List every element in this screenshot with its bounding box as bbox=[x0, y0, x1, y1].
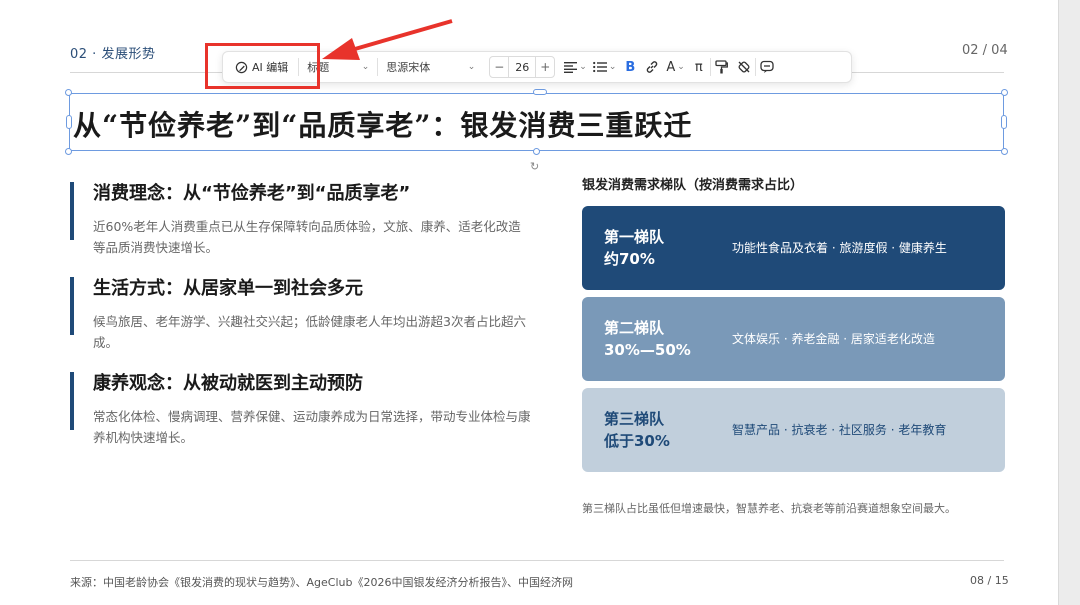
format-painter-button[interactable] bbox=[711, 55, 733, 79]
link-icon bbox=[647, 61, 658, 73]
list-button[interactable]: ⌄ bbox=[590, 55, 620, 79]
text-color-button[interactable]: A ⌄ bbox=[663, 55, 687, 79]
slide-title[interactable]: 从“节俭养老”到“品质享老”：银发消费三重跃迁 bbox=[73, 104, 692, 144]
font-size-stepper: − 26 + bbox=[489, 56, 556, 78]
tier-name-block: 第二梯队 30%—50% bbox=[582, 317, 732, 361]
tier-items: 文体娱乐 · 养老金融 · 居家适老化改造 bbox=[732, 331, 935, 346]
footer-divider bbox=[70, 560, 1004, 561]
bullet-list-icon bbox=[592, 61, 607, 73]
tier-name-block: 第三梯队 低于30% bbox=[582, 408, 732, 452]
font-family-value: 思源宋体 bbox=[386, 61, 431, 74]
tier-name: 第一梯队 bbox=[604, 228, 665, 246]
point-description: 常态化体检、慢病调理、营养保健、运动康养成为日常选择，带动专业体检与康养机构快速… bbox=[93, 409, 531, 445]
section-page-indicator: 02 / 04 bbox=[962, 43, 1008, 58]
tier-items: 功能性食品及衣着 · 旅游度假 · 健康养生 bbox=[732, 240, 947, 255]
tier-items: 智慧产品 · 抗衰老 · 社区服务 · 老年教育 bbox=[732, 422, 947, 437]
bold-icon: B bbox=[625, 59, 636, 75]
resize-handle-top-left[interactable] bbox=[65, 89, 72, 96]
clear-format-button[interactable] bbox=[733, 55, 755, 79]
resize-handle-top[interactable] bbox=[533, 89, 547, 95]
decrease-font-size-button[interactable]: − bbox=[490, 57, 508, 77]
resize-handle-bottom-right[interactable] bbox=[1001, 148, 1008, 155]
align-left-icon bbox=[564, 62, 578, 73]
tier-heading: 银发消费需求梯队（按消费需求占比） bbox=[582, 178, 804, 193]
tier-name-block: 第一梯队 约70% bbox=[582, 226, 732, 270]
font-family-select[interactable]: 思源宋体 ⌄ bbox=[378, 52, 483, 82]
formula-button[interactable]: π bbox=[688, 55, 710, 79]
resize-handle-bottom-left[interactable] bbox=[65, 148, 72, 155]
bold-button[interactable]: B bbox=[619, 55, 641, 79]
point-accent-bar bbox=[70, 182, 74, 240]
point-health-concept: 康养观念：从被动就医到主动预防 常态化体检、慢病调理、营养保健、运动康养成为日常… bbox=[70, 372, 540, 448]
comment-button[interactable] bbox=[756, 55, 778, 79]
point-description: 候鸟旅居、老年游学、兴趣社交兴起；低龄健康老人年均出游超3次者占比超六成。 bbox=[93, 314, 526, 350]
comment-icon bbox=[760, 60, 774, 73]
clear-format-icon bbox=[738, 61, 750, 73]
tier-card-second: 第二梯队 30%—50% 文体娱乐 · 养老金融 · 居家适老化改造 bbox=[582, 297, 1005, 381]
tier-share: 30%—50% bbox=[604, 341, 691, 359]
tier-card-first: 第一梯队 约70% 功能性食品及衣着 · 旅游度假 · 健康养生 bbox=[582, 206, 1005, 290]
point-accent-bar bbox=[70, 277, 74, 335]
point-title: 消费理念：从“节俭养老”到“品质享老” bbox=[93, 183, 411, 204]
point-accent-bar bbox=[70, 372, 74, 430]
point-lifestyle: 生活方式：从居家单一到社会多元 候鸟旅居、老年游学、兴趣社交兴起；低龄健康老人年… bbox=[70, 277, 540, 353]
tier-share: 低于30% bbox=[604, 432, 670, 450]
align-button[interactable]: ⌄ bbox=[561, 55, 590, 79]
annotation-highlight-box bbox=[205, 43, 320, 89]
point-consumption-concept: 消费理念：从“节俭养老”到“品质享老” 近60%老年人消费重点已从生存保障转向品… bbox=[70, 182, 540, 258]
point-description: 近60%老年人消费重点已从生存保障转向品质体验，文旅、康养、适老化改造等品质消费… bbox=[93, 219, 521, 255]
tier-share: 约70% bbox=[604, 250, 655, 268]
tier-name: 第二梯队 bbox=[604, 319, 665, 337]
chevron-down-icon: ⌄ bbox=[467, 62, 476, 72]
chevron-down-icon: ⌄ bbox=[608, 62, 617, 72]
point-title: 生活方式：从居家单一到社会多元 bbox=[93, 278, 363, 299]
point-title: 康养观念：从被动就医到主动预防 bbox=[93, 373, 363, 394]
resize-handle-bottom[interactable] bbox=[533, 148, 540, 155]
rotate-handle-icon[interactable]: ↻ bbox=[530, 160, 539, 173]
increase-font-size-button[interactable]: + bbox=[536, 57, 554, 77]
resize-handle-top-right[interactable] bbox=[1001, 89, 1008, 96]
format-painter-icon bbox=[715, 60, 729, 74]
font-size-input[interactable]: 26 bbox=[508, 57, 537, 77]
link-button[interactable] bbox=[641, 55, 663, 79]
footer-page-number: 08 / 15 bbox=[970, 574, 1009, 587]
tier-note: 第三梯队占比虽低但增速最快，智慧养老、抗衰老等前沿赛道想象空间最大。 bbox=[582, 502, 956, 515]
section-label: 02 · 发展形势 bbox=[70, 47, 156, 62]
footer-source: 来源：中国老龄协会《银发消费的现状与趋势》、AgeClub《2026中国银发经济… bbox=[70, 576, 573, 589]
text-color-icon: A bbox=[666, 59, 676, 75]
chevron-down-icon: ⌄ bbox=[677, 62, 685, 72]
resize-handle-left[interactable] bbox=[66, 115, 72, 129]
pi-icon: π bbox=[694, 59, 703, 75]
tier-name: 第三梯队 bbox=[604, 410, 665, 428]
right-scroll-strip[interactable] bbox=[1058, 0, 1080, 605]
chevron-down-icon: ⌄ bbox=[361, 62, 370, 72]
resize-handle-right[interactable] bbox=[1001, 115, 1007, 129]
chevron-down-icon: ⌄ bbox=[579, 62, 587, 72]
tier-card-third: 第三梯队 低于30% 智慧产品 · 抗衰老 · 社区服务 · 老年教育 bbox=[582, 388, 1005, 472]
